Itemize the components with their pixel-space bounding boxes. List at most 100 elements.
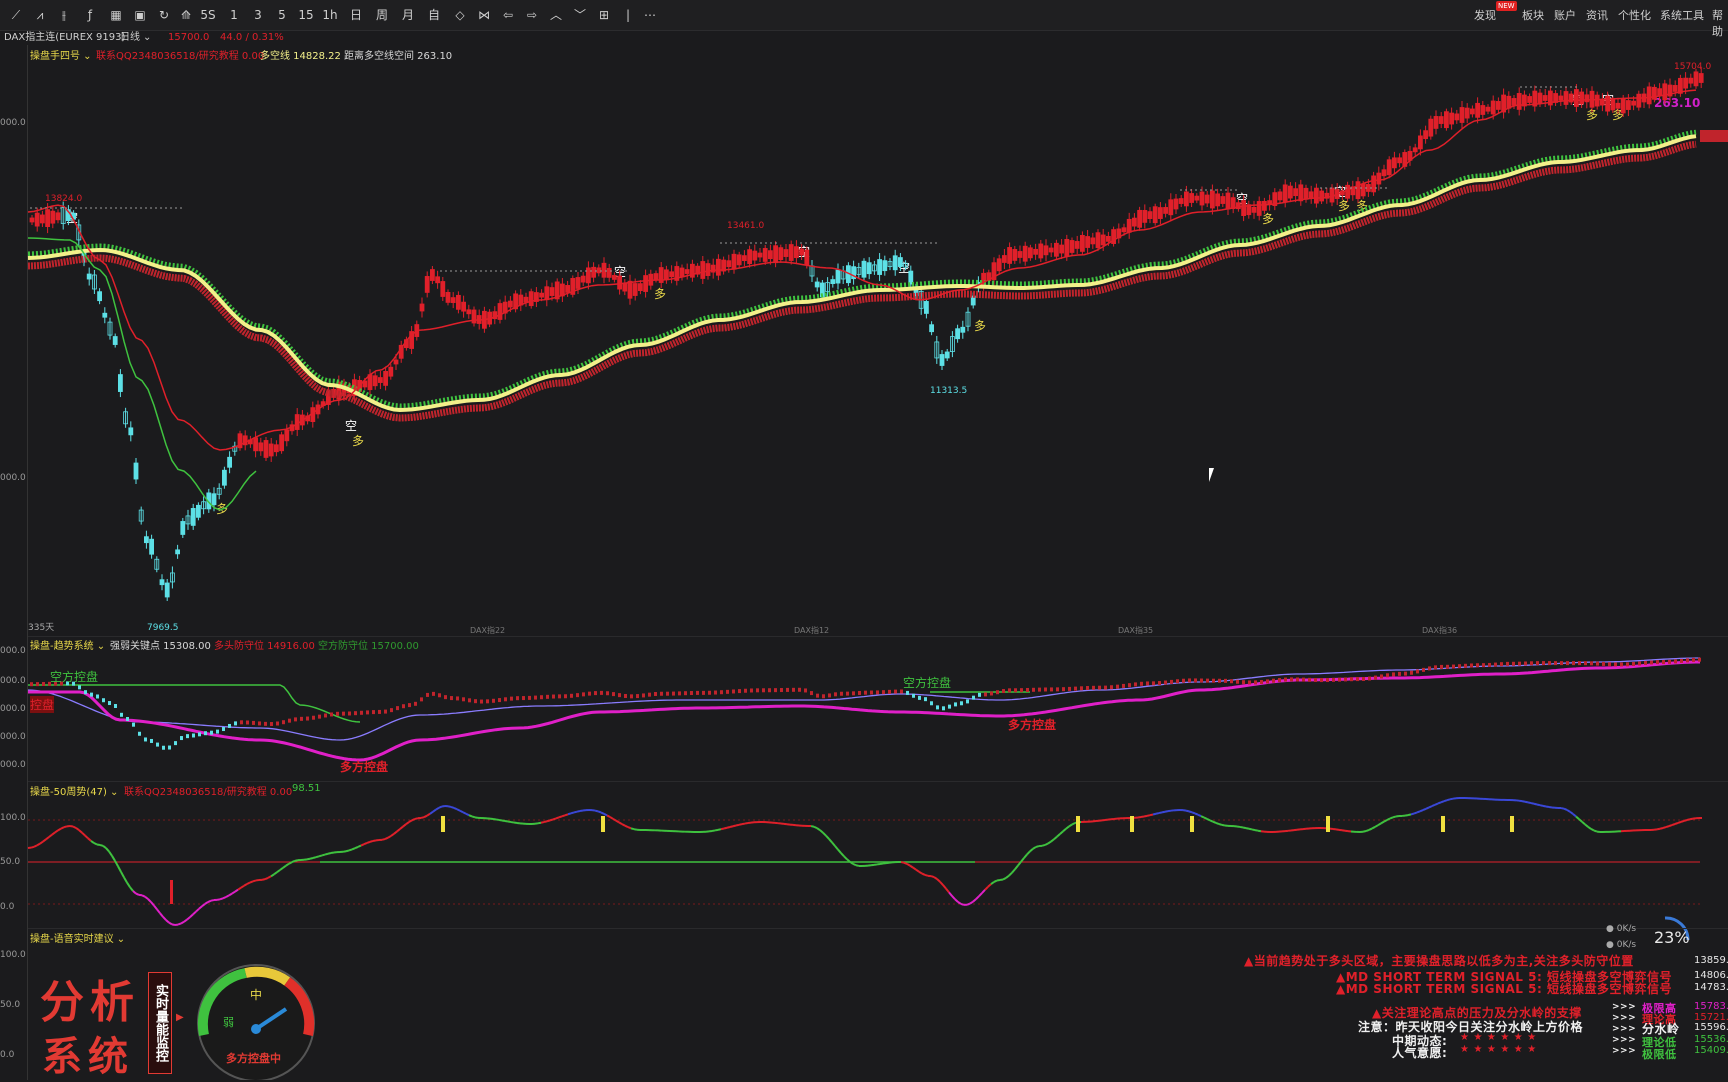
osc-segment (103, 846, 106, 848)
osc-segment (1255, 830, 1258, 831)
right-value: 13859.0 (1694, 955, 1728, 966)
osc-segment (949, 892, 952, 896)
trend-candle (1188, 678, 1191, 682)
osc-segment (1069, 824, 1072, 826)
trend-candle (666, 692, 669, 696)
osc-segment (469, 815, 472, 816)
candle-body (285, 430, 289, 441)
trend-candle (150, 739, 153, 743)
trend-candle (1590, 661, 1593, 665)
candle-body (165, 583, 169, 597)
candle-body (602, 263, 606, 277)
trend-candle (1314, 678, 1317, 682)
trend-candle (1098, 686, 1101, 690)
osc-segment (193, 912, 196, 915)
trend-candle (1344, 677, 1347, 681)
trend-candle (552, 695, 555, 699)
trend-candle (42, 682, 45, 686)
kong-control-label: 空方控盘 (50, 668, 98, 685)
osc-segment (385, 838, 388, 839)
candle-body (508, 301, 512, 307)
osc-yellow-bar (601, 816, 605, 832)
trend-candle (408, 703, 411, 707)
trend-candle (816, 694, 819, 698)
candle-body (1694, 72, 1698, 86)
osc-panel-title[interactable]: 操盘-50周势(47) ⌄ (30, 783, 118, 798)
osc-segment (226, 895, 229, 897)
candle-body (1158, 208, 1162, 219)
osc-segment (970, 902, 973, 904)
chart-canvas[interactable] (0, 0, 1728, 1080)
trend-candle (960, 701, 963, 705)
osc-segment (1372, 827, 1375, 829)
trend-candle (1440, 665, 1443, 669)
osc-segment (343, 851, 346, 852)
candle-body (1496, 101, 1500, 109)
trend-panel-title[interactable]: 操盘-趋势系统 ⌄ (30, 637, 105, 652)
osc-segment (178, 923, 181, 924)
osc-segment (472, 816, 475, 817)
osc-segment (118, 866, 121, 872)
candle-body (456, 295, 460, 309)
osc-segment (571, 812, 574, 813)
osc-segment (283, 866, 286, 868)
osc-y-tick: 0.0 (0, 902, 14, 912)
candle-body (1143, 210, 1147, 222)
trend-candle (972, 696, 975, 700)
osc-segment (1444, 800, 1447, 801)
candle-body (1517, 93, 1521, 109)
panel-divider (28, 928, 1728, 929)
trend-candle (1140, 682, 1143, 686)
osc-segment (1414, 812, 1417, 813)
voice-y-tick: 0.0 (0, 1050, 14, 1060)
candle-body (1164, 207, 1168, 213)
candle-body (576, 277, 580, 288)
trend-candle (966, 699, 969, 703)
osc-segment (1546, 806, 1549, 807)
green-ma-line (28, 238, 256, 510)
osc-segment (274, 872, 277, 874)
osc-segment (127, 883, 130, 888)
candle-body (1226, 193, 1230, 209)
trend-candle (1356, 677, 1359, 681)
candle-body (274, 445, 278, 452)
trend-candle (234, 721, 237, 725)
trend-candle (1422, 668, 1425, 672)
trend-candle (1002, 689, 1005, 693)
osc-segment (367, 842, 370, 843)
osc-segment (52, 832, 55, 834)
trend-candle (1110, 685, 1113, 689)
candle-body (1460, 108, 1464, 123)
trend-candle (1026, 688, 1029, 692)
osc-segment (1690, 819, 1693, 820)
trend-candle (444, 695, 447, 699)
voice-panel-title[interactable]: 操盘-语音实时建议 ⌄ (30, 930, 125, 945)
candle-body (1080, 235, 1084, 251)
defense-short-value: 空方防守位 15700.00 (318, 637, 419, 652)
defense-long-value: 多头防守位 14916.00 (214, 637, 315, 652)
osc-segment (1423, 809, 1426, 810)
trend-candle (798, 688, 801, 692)
osc-segment (436, 808, 439, 810)
candle-body (898, 258, 902, 267)
osc-segment (457, 809, 460, 810)
candle-body (1481, 105, 1485, 114)
candle-body (30, 218, 34, 222)
kong-control-label: 空方控盘 (903, 674, 951, 691)
trend-candle (1548, 661, 1551, 665)
osc-segment (205, 902, 208, 904)
trend-candle (492, 699, 495, 703)
candle-body (945, 352, 949, 358)
trend-candle (306, 717, 309, 721)
osc-segment (97, 844, 100, 845)
trend-candle (1608, 662, 1611, 666)
osc-segment (265, 878, 268, 879)
candle-body (394, 360, 398, 364)
candle-body (150, 539, 154, 554)
osc-segment (1060, 831, 1063, 834)
candle-body (742, 256, 746, 261)
osc-segment (550, 819, 553, 820)
osc-segment (100, 845, 103, 846)
osc-segment (844, 856, 847, 859)
candle-body (607, 268, 611, 277)
